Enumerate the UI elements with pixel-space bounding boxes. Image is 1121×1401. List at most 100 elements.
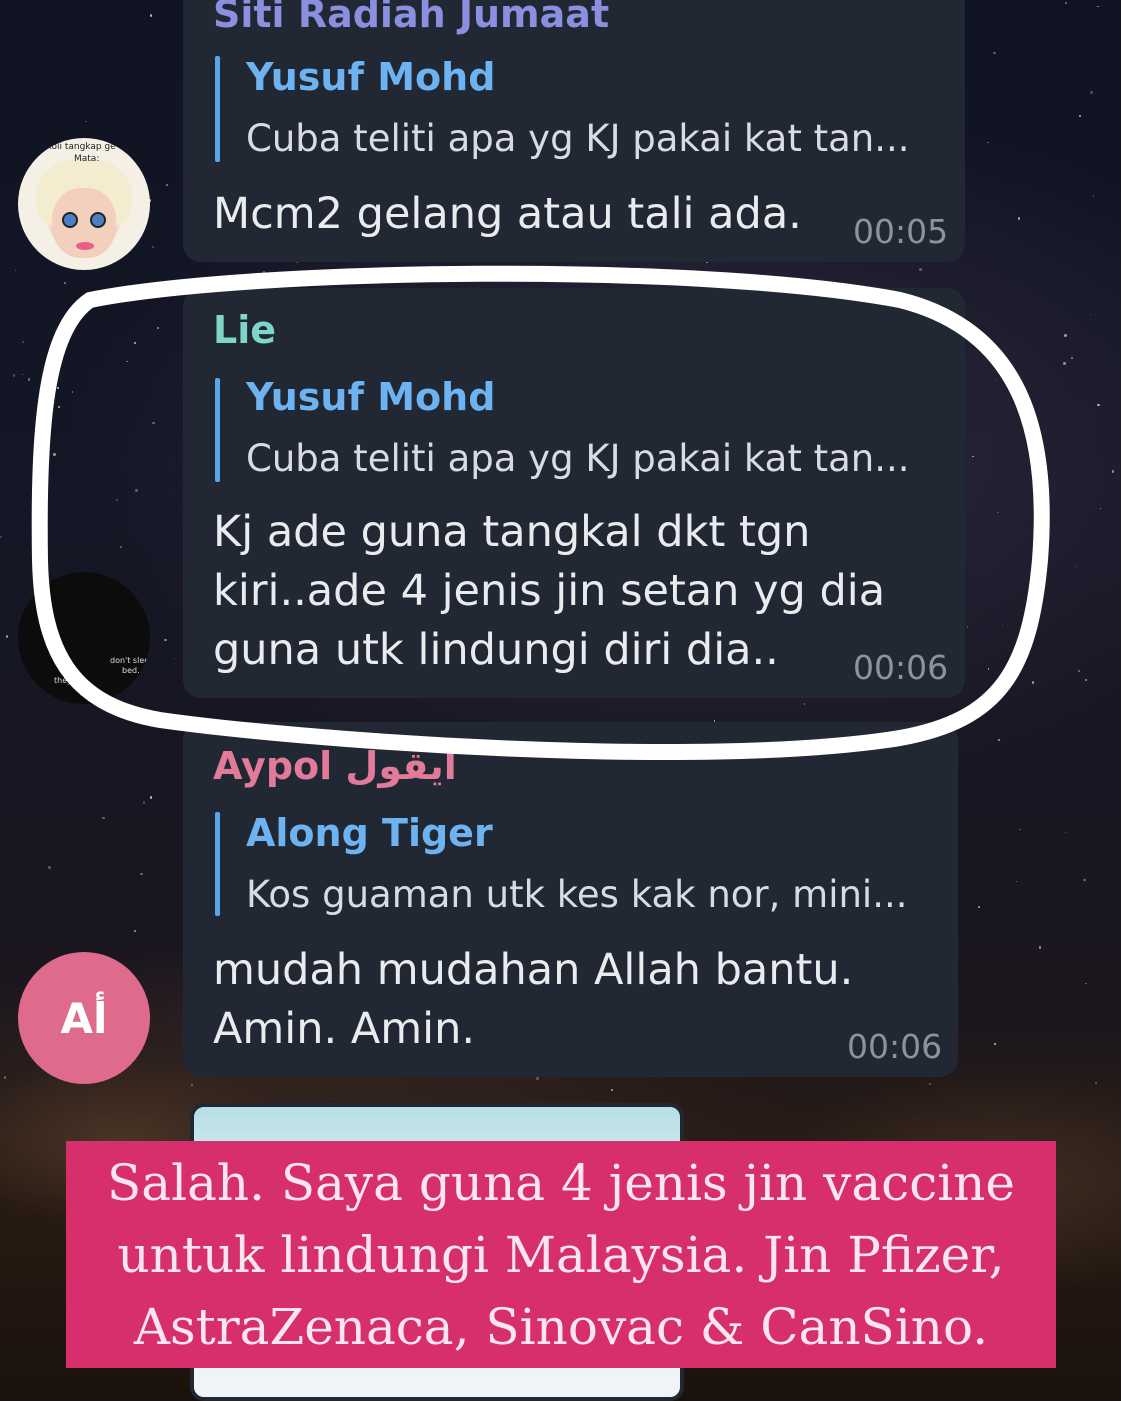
star xyxy=(1036,443,1040,447)
reply-quote-name[interactable]: Yusuf Mohd xyxy=(246,55,495,99)
caption-line: untuk lindungi Malaysia. Jin Pfizer, xyxy=(117,1226,1005,1284)
star xyxy=(1002,625,1004,627)
reply-quote-name[interactable]: Along Tiger xyxy=(246,811,493,855)
star xyxy=(21,340,24,343)
reply-quote-bar xyxy=(215,812,220,916)
star xyxy=(521,276,524,280)
message-text: guna utk lindungi diri dia.. xyxy=(213,625,779,675)
star xyxy=(1097,403,1100,407)
avatar-caption: Mata: xyxy=(74,154,100,164)
star xyxy=(1111,469,1115,473)
star xyxy=(1070,357,1073,360)
star xyxy=(1092,195,1094,197)
star xyxy=(63,282,66,285)
avatar-eye xyxy=(62,212,78,228)
message-sender[interactable]: Lie xyxy=(213,308,276,352)
star xyxy=(1015,880,1018,882)
star xyxy=(994,1042,996,1045)
star xyxy=(262,270,265,273)
message-text: Kj ade guna tangkal dkt tgn xyxy=(213,507,811,557)
avatar-eye xyxy=(90,212,106,228)
star xyxy=(1078,670,1080,672)
star xyxy=(48,866,52,870)
star xyxy=(543,275,546,278)
star xyxy=(435,274,437,277)
star xyxy=(21,373,24,376)
star xyxy=(133,929,137,933)
avatar-caption: don't sleep xyxy=(110,656,150,665)
star xyxy=(164,639,167,642)
star xyxy=(152,421,156,425)
star xyxy=(71,391,74,393)
star xyxy=(1031,681,1035,684)
star xyxy=(1017,216,1021,220)
star xyxy=(115,498,119,502)
star xyxy=(166,184,168,186)
avatar-caption: they xyxy=(54,676,72,685)
star xyxy=(1097,5,1099,7)
star xyxy=(987,142,989,144)
star xyxy=(0,535,3,538)
star xyxy=(174,658,176,660)
star xyxy=(1085,679,1088,682)
star xyxy=(150,796,153,799)
star xyxy=(57,405,60,408)
star xyxy=(1099,508,1101,510)
star xyxy=(1064,2,1067,4)
avatar[interactable]: p koli tangkap ge Mata: xyxy=(18,138,150,270)
avatar-caption: bed. xyxy=(122,666,140,675)
reply-quote-name[interactable]: Yusuf Mohd xyxy=(246,375,495,419)
message-timestamp: 00:05 xyxy=(853,212,949,251)
star xyxy=(53,453,56,456)
caption-overlay: Salah. Saya guna 4 jenis jin vaccine unt… xyxy=(66,1141,1056,1368)
reply-quote-text[interactable]: Cuba teliti apa yg KJ pakai kat tan... xyxy=(246,117,910,160)
avatar[interactable]: don't sleep bed. they xyxy=(18,572,150,704)
star xyxy=(152,246,155,249)
message-text: Amin. Amin. xyxy=(213,1004,476,1054)
star xyxy=(1090,314,1092,316)
star xyxy=(102,816,105,820)
star xyxy=(1039,946,1042,949)
message-timestamp: 00:06 xyxy=(853,648,949,687)
avatar[interactable]: Aأ xyxy=(18,952,150,1084)
star xyxy=(1064,333,1067,337)
avatar-caption: p koli tangkap ge xyxy=(38,142,116,152)
star xyxy=(191,1084,193,1087)
star xyxy=(142,801,146,805)
star xyxy=(140,872,144,876)
reply-quote-text[interactable]: Cuba teliti apa yg KJ pakai kat tan... xyxy=(246,437,910,480)
reply-quote-text[interactable]: Kos guaman utk kes kak nor, mini... xyxy=(246,873,907,916)
star xyxy=(987,668,989,670)
reply-quote-bar xyxy=(215,378,220,482)
caption-line: Salah. Saya guna 4 jenis jin vaccine xyxy=(107,1154,1015,1212)
star xyxy=(919,267,923,271)
message-timestamp: 00:06 xyxy=(847,1027,943,1066)
message-sender[interactable]: Aypol ايقول xyxy=(213,744,457,788)
star xyxy=(966,626,969,629)
caption-line: AstraZenaca, Sinovac & CanSino. xyxy=(133,1298,989,1356)
star xyxy=(1019,828,1021,830)
star xyxy=(157,326,160,329)
message-text: kiri..ade 4 jenis jin setan yg dia xyxy=(213,566,886,616)
star xyxy=(120,546,122,548)
star xyxy=(154,284,157,287)
star xyxy=(998,739,1001,741)
star xyxy=(134,341,137,344)
star xyxy=(403,275,406,278)
star xyxy=(535,1077,539,1081)
star xyxy=(803,703,806,705)
star xyxy=(997,511,999,514)
star xyxy=(5,635,9,638)
star xyxy=(15,269,17,272)
star xyxy=(697,279,700,282)
star xyxy=(149,14,153,17)
star xyxy=(1078,115,1081,118)
star xyxy=(1090,91,1093,94)
message-text: Mcm2 gelang atau tali ada. xyxy=(213,189,802,239)
message-sender[interactable]: Siti Radiah Jumaat xyxy=(213,0,609,36)
message-text: mudah mudahan Allah bantu. xyxy=(213,945,854,995)
star xyxy=(978,905,980,908)
star xyxy=(1063,362,1066,365)
star xyxy=(1095,1082,1097,1084)
star xyxy=(972,455,975,458)
